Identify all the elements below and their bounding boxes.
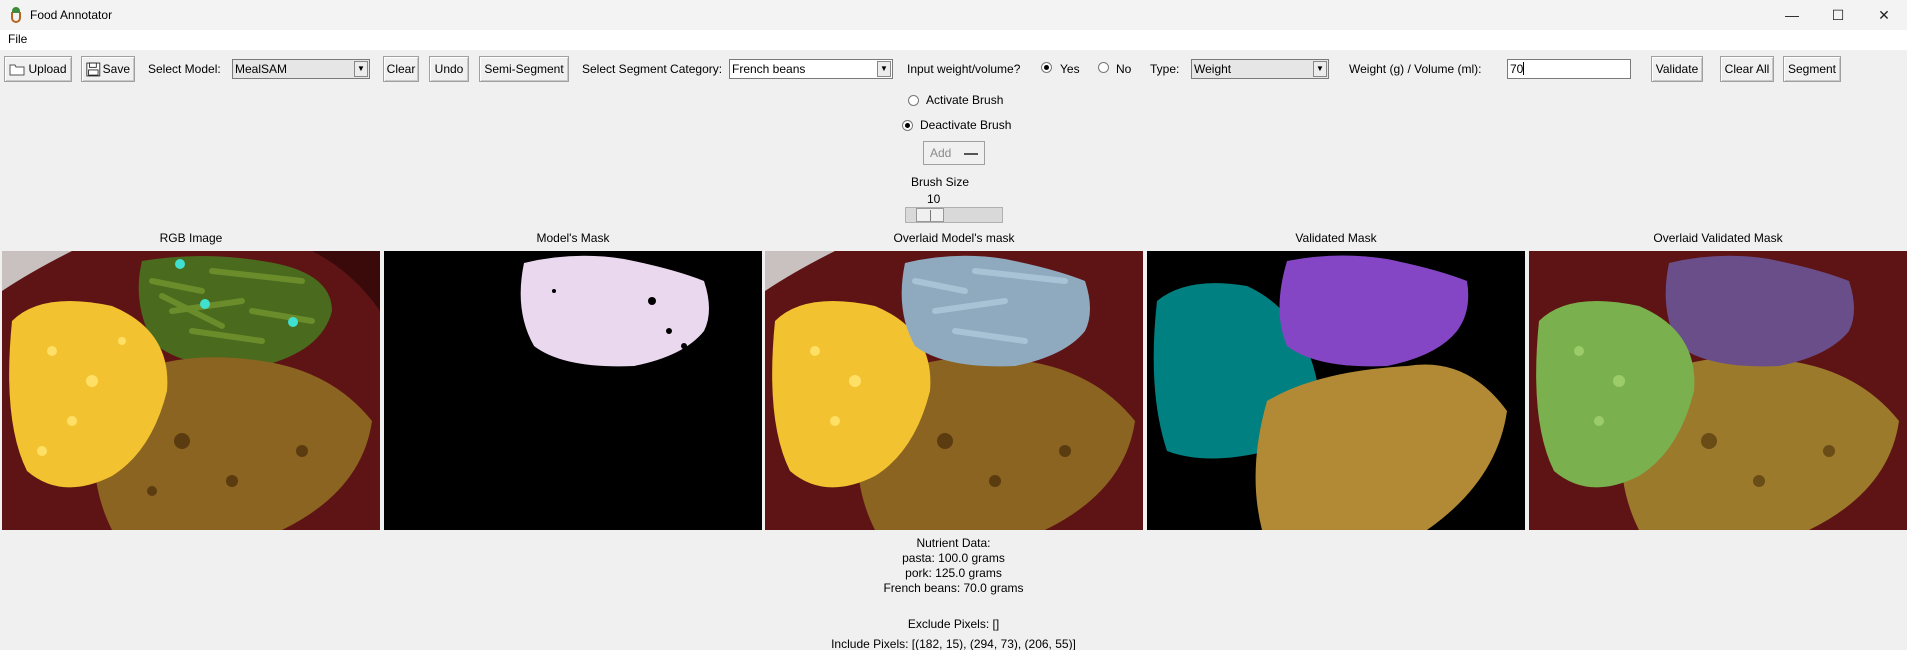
- weight-input[interactable]: 70: [1507, 59, 1631, 79]
- semi-segment-label: Semi-Segment: [484, 62, 564, 76]
- floppy-disk-icon: [86, 62, 101, 76]
- activate-brush-label: Activate Brush: [926, 93, 1004, 107]
- type-label: Type:: [1150, 62, 1180, 76]
- add-menubutton[interactable]: Add: [923, 141, 985, 165]
- deactivate-brush-label: Deactivate Brush: [920, 118, 1012, 132]
- nutrient-line: pasta: 100.0 grams: [902, 551, 1005, 565]
- panel-title-overlaid-model: Overlaid Model's mask: [893, 231, 1015, 245]
- no-label: No: [1116, 62, 1132, 76]
- exclude-pixels: Exclude Pixels: []: [907, 617, 1000, 631]
- segment-label: Segment: [1787, 62, 1837, 76]
- upload-label: Upload: [28, 62, 67, 76]
- menubutton-indicator-icon: [964, 153, 978, 155]
- validate-label: Validate: [1655, 62, 1699, 76]
- model-select[interactable]: MealSAM ▼: [232, 59, 370, 79]
- chevron-down-icon[interactable]: ▼: [877, 61, 891, 77]
- minimize-icon[interactable]: —: [1769, 0, 1815, 30]
- category-select[interactable]: French beans ▼: [729, 59, 893, 79]
- type-select[interactable]: Weight ▼: [1191, 59, 1329, 79]
- chevron-down-icon[interactable]: ▼: [1313, 61, 1327, 77]
- clear-button[interactable]: Clear: [383, 56, 419, 82]
- segment-button[interactable]: Segment: [1783, 56, 1841, 82]
- brush-size-value: 10: [927, 192, 941, 206]
- save-label: Save: [102, 62, 130, 76]
- nutrient-line: pork: 125.0 grams: [905, 566, 1002, 580]
- deactivate-brush-radio[interactable]: [902, 120, 913, 131]
- clear-all-label: Clear All: [1724, 62, 1770, 76]
- chevron-down-icon[interactable]: ▼: [354, 61, 368, 77]
- window-title: Food Annotator: [30, 8, 113, 22]
- weight-input-value: 70: [1510, 62, 1524, 76]
- include-pixels: Include Pixels: [(182, 15), (294, 73), (…: [831, 637, 1076, 650]
- undo-label: Undo: [434, 62, 464, 76]
- app-icon: [8, 7, 24, 23]
- clear-label: Clear: [386, 62, 416, 76]
- input-weight-label: Input weight/volume?: [907, 62, 1021, 76]
- yes-label: Yes: [1060, 62, 1080, 76]
- no-radio[interactable]: [1098, 62, 1109, 73]
- model-mask-canvas: [384, 251, 762, 530]
- activate-brush-radio[interactable]: [908, 95, 919, 106]
- rgb-image-canvas[interactable]: [2, 251, 380, 530]
- maximize-icon[interactable]: ☐: [1815, 0, 1861, 30]
- menu-bar: File: [0, 30, 1907, 50]
- nutrient-line: French beans: 70.0 grams: [883, 581, 1024, 595]
- type-select-value: Weight: [1194, 62, 1232, 76]
- toolbar: Upload Save Select Model: MealSAM ▼ Clea…: [0, 52, 1907, 84]
- title-bar: Food Annotator — ☐ ✕: [0, 0, 1907, 30]
- yes-radio[interactable]: [1041, 62, 1052, 73]
- validated-mask-canvas: [1147, 251, 1525, 530]
- brush-size-label: Brush Size: [911, 175, 970, 189]
- upload-button[interactable]: Upload: [4, 56, 72, 82]
- brush-size-slider[interactable]: [905, 207, 1003, 223]
- overlaid-validated-mask-canvas: [1529, 251, 1907, 530]
- undo-button[interactable]: Undo: [429, 56, 469, 82]
- close-icon[interactable]: ✕: [1861, 0, 1907, 30]
- save-button[interactable]: Save: [81, 56, 135, 82]
- clear-all-button[interactable]: Clear All: [1720, 56, 1774, 82]
- select-category-label: Select Segment Category:: [582, 62, 723, 76]
- panel-title-model-mask: Model's Mask: [536, 231, 610, 245]
- brush-size-slider-thumb[interactable]: [916, 208, 944, 222]
- weight-volume-label: Weight (g) / Volume (ml):: [1349, 62, 1482, 76]
- select-model-label: Select Model:: [148, 62, 221, 76]
- semi-segment-button[interactable]: Semi-Segment: [479, 56, 569, 82]
- category-select-value: French beans: [732, 62, 806, 76]
- panel-title-validated: Validated Mask: [1295, 231, 1377, 245]
- overlaid-model-mask-canvas: [765, 251, 1143, 530]
- panel-title-overlaid-validated: Overlaid Validated Mask: [1653, 231, 1783, 245]
- model-select-value: MealSAM: [235, 62, 288, 76]
- validate-button[interactable]: Validate: [1651, 56, 1703, 82]
- menu-file[interactable]: File: [8, 32, 27, 46]
- add-label: Add: [930, 146, 952, 160]
- upload-icon: [9, 64, 25, 76]
- nutrient-heading: Nutrient Data:: [916, 536, 991, 550]
- panel-title-rgb: RGB Image: [159, 231, 223, 245]
